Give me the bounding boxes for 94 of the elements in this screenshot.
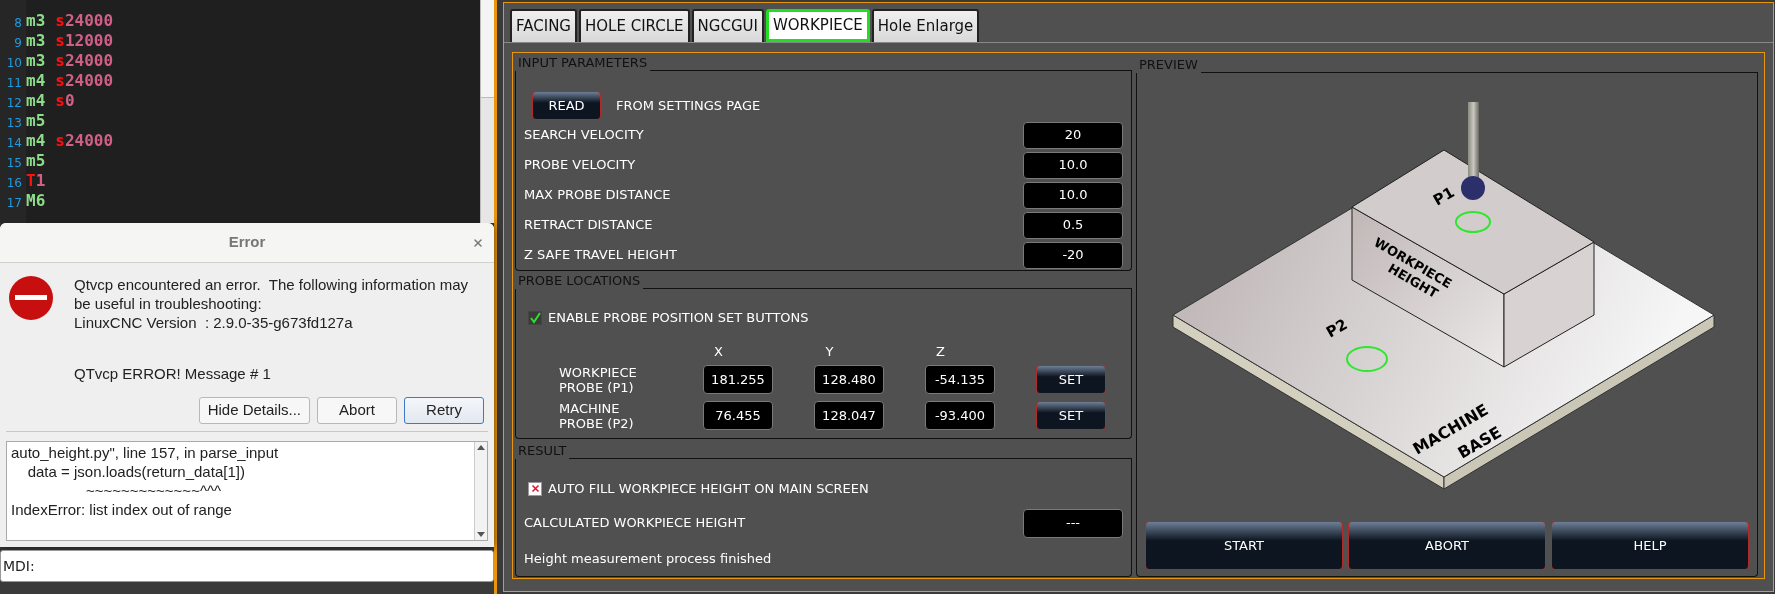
group-title: INPUT PARAMETERS xyxy=(517,55,649,71)
details-line: data = json.loads(return_data[1]) xyxy=(26,462,246,482)
code-word: m3 xyxy=(26,30,46,52)
details-line: auto_height.py", line 157, in parse_input xyxy=(11,443,280,463)
code-word: s24000 xyxy=(55,130,114,152)
dialog-title: Error xyxy=(228,232,266,253)
column-header: X xyxy=(713,342,724,361)
code-word: s24000 xyxy=(55,50,114,72)
error-message: Qtvcp encountered an error. The following information may be useful in troubleshooting: xyxy=(74,275,470,314)
code-word: s24000 xyxy=(55,70,114,92)
line-number: 12 xyxy=(5,94,23,112)
parameter-field[interactable]: 20 xyxy=(1023,121,1123,149)
parameter-field[interactable]: 0.5 xyxy=(1023,211,1123,239)
parameter-field[interactable]: 10.0 xyxy=(1023,181,1123,209)
code-word: s0 xyxy=(55,90,75,112)
code-word: m3 xyxy=(26,10,46,32)
probe-label: MACHINE PROBE (P2) xyxy=(559,400,635,431)
group-title: RESULT xyxy=(517,443,568,459)
read-button[interactable]: READ xyxy=(532,91,601,120)
code-word: m3 xyxy=(26,50,46,72)
coordinate-field[interactable]: 76.455 xyxy=(703,401,773,430)
line-number: 11 xyxy=(5,74,23,92)
result-label: CALCULATED WORKPIECE HEIGHT xyxy=(524,514,746,533)
group-title: PREVIEW xyxy=(1138,57,1199,73)
code-word: M6 xyxy=(26,190,46,212)
tab[interactable]: FACING xyxy=(510,9,577,42)
details-text-area[interactable]: auto_height.py", line 157, in parse_input data = json.loads(return_data[1]) ~~~~~~~~~~~~~^^^ IndexError: list index out of range xyxy=(6,441,488,542)
coordinate-field[interactable]: 181.255 xyxy=(703,365,773,394)
checkbox-label: ENABLE PROBE POSITION SET BUTTONS xyxy=(548,309,809,327)
error-detail-header: QTvcp ERROR! Message # 1 xyxy=(74,364,272,384)
parameter-label: MAX PROBE DISTANCE xyxy=(524,186,671,205)
line-number: 9 xyxy=(13,34,23,52)
set-button[interactable]: SET xyxy=(1036,401,1106,430)
coordinate-field[interactable]: -93.400 xyxy=(925,401,995,430)
set-button[interactable]: SET xyxy=(1036,365,1106,394)
parameter-label: RETRACT DISTANCE xyxy=(524,216,653,235)
line-number: 16 xyxy=(5,174,23,192)
diagram-label: P2 xyxy=(1323,315,1351,342)
dialog-button[interactable]: Hide Details... xyxy=(198,397,310,425)
checkbox[interactable] xyxy=(528,481,542,496)
parameter-field[interactable]: -20 xyxy=(1023,241,1123,269)
tab[interactable]: WORKPIECE xyxy=(765,9,870,42)
mdi-field[interactable]: MDI: xyxy=(0,550,494,583)
code-word: m4 xyxy=(26,90,46,112)
scrollbar[interactable] xyxy=(480,0,494,224)
version-text: LinuxCNC Version : 2.9.0-35-g673fd127a xyxy=(74,313,354,333)
action-button[interactable]: HELP xyxy=(1551,521,1749,570)
column-header: Z xyxy=(935,342,946,361)
coordinate-field[interactable]: 128.047 xyxy=(814,401,884,430)
result-field: --- xyxy=(1023,508,1123,538)
action-button[interactable]: START xyxy=(1145,521,1343,570)
action-button[interactable]: ABORT xyxy=(1348,521,1546,570)
line-number: 14 xyxy=(5,134,23,152)
group-title: PROBE LOCATIONS xyxy=(517,273,642,289)
tab[interactable]: Hole Enlarge xyxy=(871,9,980,42)
code-word: s12000 xyxy=(55,30,114,52)
coordinate-field[interactable]: 128.480 xyxy=(814,365,884,394)
line-number: 8 xyxy=(13,14,23,32)
line-number: 10 xyxy=(5,54,23,72)
code-editor[interactable]: 8 m3 s24000 9 m3 s12000 10 m3 s24000 11 m4 s24000 12 m4 s0 13 m5 14 m4 s24000 15 m5 16 T1 17 M6 xyxy=(0,0,494,224)
scroll-down-icon[interactable] xyxy=(477,532,485,538)
code-word: m4 xyxy=(26,70,46,92)
line-number: 17 xyxy=(5,194,23,212)
checkbox-label: AUTO FILL WORKPIECE HEIGHT ON MAIN SCREEN xyxy=(548,480,869,498)
column-header: Y xyxy=(824,342,835,361)
code-word: s24000 xyxy=(55,10,114,32)
tab[interactable]: NGCGUI xyxy=(691,9,764,42)
code-word: m5 xyxy=(26,110,46,132)
parameter-label: Z SAFE TRAVEL HEIGHT xyxy=(524,246,677,265)
details-line: ~~~~~~~~~~~~~^^^ xyxy=(85,481,222,501)
checkbox[interactable] xyxy=(528,310,542,325)
dialog-button[interactable]: Retry xyxy=(404,397,484,425)
read-note: FROM SETTINGS PAGE xyxy=(616,96,761,115)
parameter-label: SEARCH VELOCITY xyxy=(524,126,644,145)
details-line: IndexError: list index out of range xyxy=(11,500,233,520)
code-word: m5 xyxy=(26,150,46,172)
cross-icon xyxy=(530,484,540,494)
mdi-label: MDI: xyxy=(3,556,35,576)
tab[interactable]: HOLE CIRCLE xyxy=(579,9,690,42)
parameter-field[interactable]: 10.0 xyxy=(1023,151,1123,179)
probe-label: WORKPIECE PROBE (P1) xyxy=(559,364,638,395)
line-number: 13 xyxy=(5,114,23,132)
dialog-button[interactable]: Abort xyxy=(317,397,397,425)
diagram-label: P1 xyxy=(1430,183,1458,210)
code-word: T1 xyxy=(26,170,46,192)
status-text: Height measurement process finished xyxy=(523,549,773,568)
parameter-label: PROBE VELOCITY xyxy=(524,156,636,175)
check-icon xyxy=(529,311,541,324)
coordinate-field[interactable]: -54.135 xyxy=(925,365,995,394)
line-number: 15 xyxy=(5,154,23,172)
code-word: m4 xyxy=(26,130,46,152)
error-icon xyxy=(8,275,54,322)
close-icon[interactable] xyxy=(472,237,484,250)
scroll-up-icon[interactable] xyxy=(477,445,485,451)
